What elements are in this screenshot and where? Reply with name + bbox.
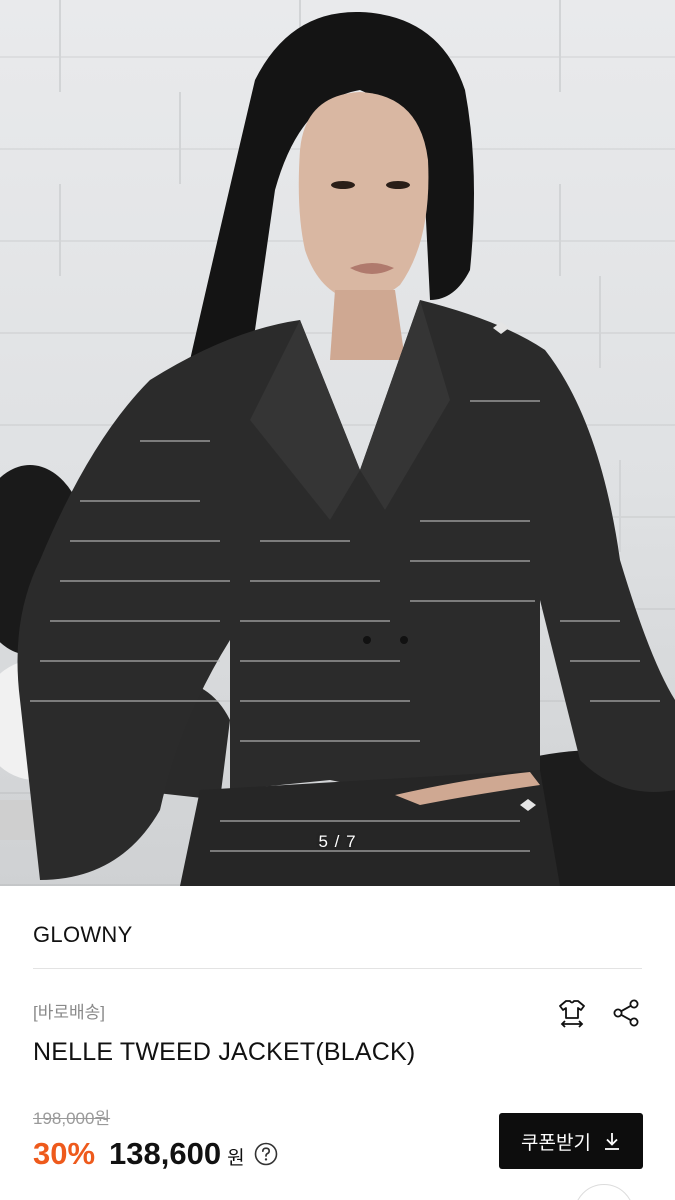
image-counter: 5 / 7 xyxy=(318,832,357,851)
coupon-download-button[interactable]: 쿠폰받기 xyxy=(499,1113,643,1169)
share-icon xyxy=(613,999,639,1027)
shipping-tag: [바로배송] xyxy=(33,1003,106,1022)
product-image-carousel[interactable]: 5 / 7 xyxy=(0,0,675,886)
price-help-button[interactable] xyxy=(253,1141,279,1167)
product-detail-page: 5 / 7 GLOWNY [바로배송] NELLE TWEED JACKET(B… xyxy=(0,0,675,1200)
download-arrow-icon xyxy=(604,1133,619,1150)
brand-name[interactable]: GLOWNY xyxy=(33,922,133,948)
share-button[interactable] xyxy=(606,993,646,1033)
tshirt-size-icon xyxy=(559,1000,585,1028)
floating-button[interactable] xyxy=(574,1184,634,1200)
discount-rate: 30% xyxy=(33,1136,96,1171)
divider xyxy=(33,968,642,969)
coupon-button-label: 쿠폰받기 xyxy=(521,1132,591,1154)
price-row: 30% 138,600 원 xyxy=(33,1134,279,1174)
product-photo xyxy=(0,0,675,886)
size-guide-button[interactable] xyxy=(552,993,592,1033)
currency-unit: 원 xyxy=(227,1147,245,1169)
original-price: 198,000원 xyxy=(33,1109,111,1128)
product-name: NELLE TWEED JACKET(BLACK) xyxy=(33,1038,416,1066)
question-circle-icon xyxy=(254,1142,277,1166)
sale-price: 138,600 xyxy=(109,1136,222,1171)
